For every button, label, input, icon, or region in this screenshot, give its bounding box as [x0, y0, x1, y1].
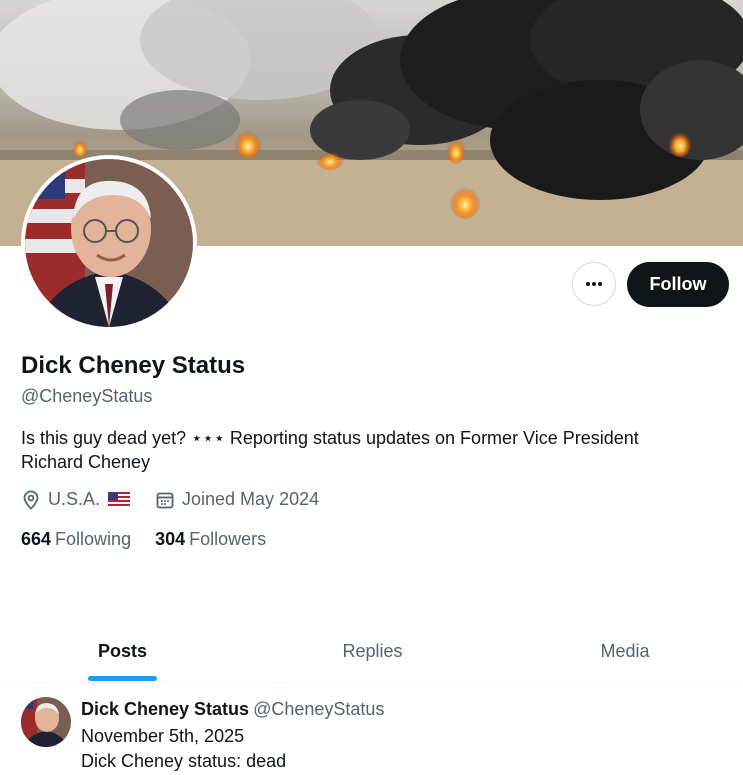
active-tab-indicator: [88, 676, 157, 681]
post-header: Dick Cheney Status @CheneyStatus: [81, 699, 384, 720]
profile-avatar-frame[interactable]: [21, 155, 197, 331]
bio-line-1: Is this guy dead yet? ⋆⋆⋆ Reporting stat…: [21, 428, 639, 448]
profile-name: Dick Cheney Status: [21, 352, 246, 379]
following-link[interactable]: 664 Following: [21, 529, 131, 550]
post-author-avatar[interactable]: [21, 697, 71, 747]
profile-avatar[interactable]: [25, 159, 193, 327]
joined-text: Joined May 2024: [182, 489, 320, 509]
follow-button[interactable]: Follow: [627, 262, 729, 307]
more-options-button[interactable]: [572, 262, 616, 306]
bio-line-2: Richard Cheney: [21, 452, 151, 472]
post-author-name[interactable]: Dick Cheney Status: [81, 699, 249, 719]
profile-meta: U.S.A. Joined May 2024: [21, 489, 337, 510]
calendar-icon: [156, 492, 174, 508]
location-text: U.S.A.: [48, 489, 101, 509]
avatar-image: [25, 159, 193, 327]
profile-joined: Joined May 2024: [155, 489, 319, 510]
location-pin-icon: [23, 490, 39, 510]
followers-link[interactable]: 304 Followers: [155, 529, 266, 550]
profile-location: U.S.A.: [21, 489, 137, 510]
post-text-line-2: Dick Cheney status: dead: [81, 751, 287, 771]
us-flag-icon: [108, 492, 131, 507]
tab-replies[interactable]: Replies: [250, 620, 495, 682]
tab-posts[interactable]: Posts: [0, 620, 245, 682]
post-text-line-1: November 5th, 2025: [81, 726, 245, 746]
tab-media[interactable]: Media: [500, 620, 743, 682]
more-dots-icon: [586, 282, 602, 286]
profile-bio: Is this guy dead yet? ⋆⋆⋆ Reporting stat…: [21, 426, 721, 474]
profile-stats: 664 Following 304 Followers: [21, 529, 290, 550]
following-count: 664: [21, 529, 52, 549]
post-item[interactable]: Dick Cheney Status @CheneyStatus November…: [0, 683, 743, 775]
profile-tabs: Posts Replies Media: [0, 620, 743, 683]
post-avatar-image: [21, 697, 71, 747]
followers-label: Followers: [189, 529, 267, 549]
following-label: Following: [55, 529, 132, 549]
post-author-handle[interactable]: @CheneyStatus: [253, 699, 384, 719]
followers-count: 304: [155, 529, 186, 549]
profile-handle: @CheneyStatus: [21, 386, 153, 406]
